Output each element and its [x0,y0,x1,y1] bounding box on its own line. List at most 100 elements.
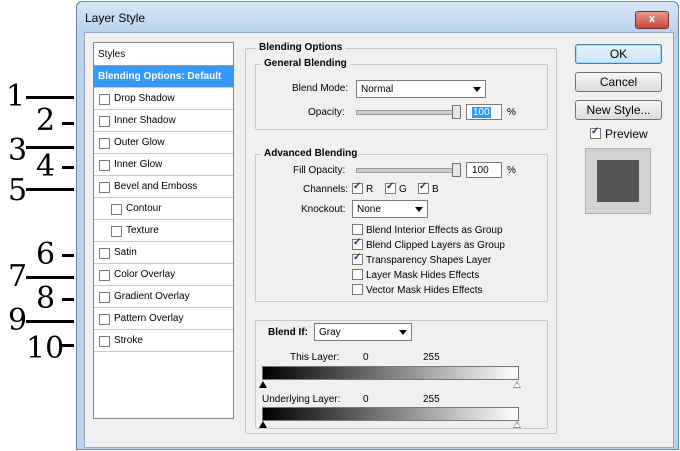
fill-opacity-slider-thumb[interactable] [452,163,461,177]
cancel-button[interactable]: Cancel [575,72,662,92]
style-item-checkbox[interactable] [99,138,110,149]
blend-if-label: Blend If: [268,327,308,338]
channel-g-label: G [399,184,407,195]
annotation-line-10 [62,344,74,347]
fill-opacity-label: Fill Opacity: [293,165,346,176]
option-label-1: Blend Interior Effects as Group [366,225,503,236]
style-item-inner-shadow[interactable]: Inner Shadow [94,110,233,132]
general-blending-group: General Blending Blend Mode: Normal Opac… [255,58,548,130]
style-item-bevel-and-emboss[interactable]: Bevel and Emboss [94,176,233,198]
option-label-4: Layer Mask Hides Effects [366,270,480,281]
blend-mode-select[interactable]: Normal [356,80,486,98]
this-layer-black-slider-handle[interactable] [259,381,267,388]
style-item-label: Texture [126,225,159,236]
fill-opacity-slider[interactable] [356,168,460,173]
annotation-1: 1 [6,79,26,114]
style-item-checkbox[interactable] [99,116,110,127]
style-item-label: Inner Glow [114,159,163,170]
option-checkbox-2[interactable] [352,237,363,250]
style-item-blending-options-default[interactable]: Blending Options: Default [94,66,233,88]
option-checkbox-4[interactable] [352,269,363,280]
close-button[interactable]: x [635,11,669,29]
chevron-down-icon [399,330,407,335]
preview-checkbox[interactable] [590,126,601,139]
underlying-layer-white-slider-handle[interactable] [513,421,521,428]
channel-g-checkbox[interactable] [385,181,396,194]
annotation-line-2 [62,122,74,125]
annotation-5: 5 [8,173,28,208]
blending-options-group: Blending Options General Blending Blend … [245,42,557,434]
opacity-input[interactable]: 100 [466,104,502,120]
style-item-label: Bevel and Emboss [114,181,198,192]
option-label-2: Blend Clipped Layers as Group [366,240,505,251]
knockout-label: Knockout: [301,204,346,215]
this-layer-low-value: 0 [363,352,369,363]
annotation-2: 2 [36,103,56,138]
style-item-checkbox[interactable] [111,226,122,237]
channel-b-label: B [432,184,439,195]
chevron-down-icon [415,207,423,212]
this-layer-white-slider-handle[interactable] [513,381,521,388]
style-item-drop-shadow[interactable]: Drop Shadow [94,88,233,110]
style-item-label: Drop Shadow [114,93,175,104]
style-item-texture[interactable]: Texture [94,220,233,242]
channel-b-checkbox[interactable] [418,181,429,194]
style-item-contour[interactable]: Contour [94,198,233,220]
dialog-body: Styles Blending Options: Default Drop Sha… [84,32,674,448]
knockout-value: None [357,204,381,215]
style-item-checkbox[interactable] [99,270,110,281]
style-item-checkbox[interactable] [99,248,110,259]
new-style-button[interactable]: New Style... [575,100,662,120]
style-item-pattern-overlay[interactable]: Pattern Overlay [94,308,233,330]
annotation-line-7 [26,276,74,279]
style-item-outer-glow[interactable]: Outer Glow [94,132,233,154]
opacity-slider-thumb[interactable] [452,105,461,119]
annotation-7: 7 [8,259,28,294]
style-item-checkbox[interactable] [99,94,110,105]
channel-r-checkbox[interactable] [352,181,363,194]
style-item-satin[interactable]: Satin [94,242,233,264]
blending-options-title: Blending Options [256,42,346,53]
style-item-checkbox[interactable] [99,160,110,171]
annotation-line-6 [62,254,74,257]
preview-thumbnail [585,148,651,214]
opacity-unit: % [507,107,516,118]
underlying-layer-high-value: 255 [423,394,440,405]
ok-button[interactable]: OK [575,44,662,64]
style-item-gradient-overlay[interactable]: Gradient Overlay [94,286,233,308]
annotation-6: 6 [36,237,56,272]
title-bar[interactable]: Layer Style x [77,2,678,33]
this-layer-label: This Layer: [290,352,340,363]
opacity-slider[interactable] [356,110,460,115]
underlying-layer-black-slider-handle[interactable] [259,421,267,428]
style-item-label: Blending Options: Default [98,71,222,82]
option-checkbox-1[interactable] [352,224,363,235]
blend-if-group: Blend If: Gray This Layer: 0 255 Underly… [255,320,548,429]
fill-opacity-input[interactable]: 100 [466,162,502,178]
option-checkbox-5[interactable] [352,284,363,295]
style-item-checkbox[interactable] [99,292,110,303]
style-item-checkbox[interactable] [111,204,122,215]
underlying-layer-low-value: 0 [363,394,369,405]
styles-list: Styles Blending Options: Default Drop Sha… [93,42,234,419]
style-item-checkbox[interactable] [99,182,110,193]
style-item-checkbox[interactable] [99,336,110,347]
annotation-line-9 [26,320,74,323]
style-item-color-overlay[interactable]: Color Overlay [94,264,233,286]
option-checkbox-3[interactable] [352,252,363,265]
opacity-label: Opacity: [308,107,345,118]
annotation-8: 8 [36,281,56,316]
knockout-select[interactable]: None [352,200,428,218]
channels-label: Channels: [303,184,349,195]
style-item-inner-glow[interactable]: Inner Glow [94,154,233,176]
preview-label: Preview [605,127,648,141]
style-item-stroke[interactable]: Stroke [94,330,233,352]
chevron-down-icon [473,87,481,92]
annotation-line-4 [62,166,74,169]
style-item-checkbox[interactable] [99,314,110,325]
blend-if-select[interactable]: Gray [314,323,412,341]
annotation-9: 9 [8,303,28,338]
option-label-5: Vector Mask Hides Effects [366,285,483,296]
this-layer-gradient-bar [262,366,519,380]
annotation-line-1 [26,96,74,99]
